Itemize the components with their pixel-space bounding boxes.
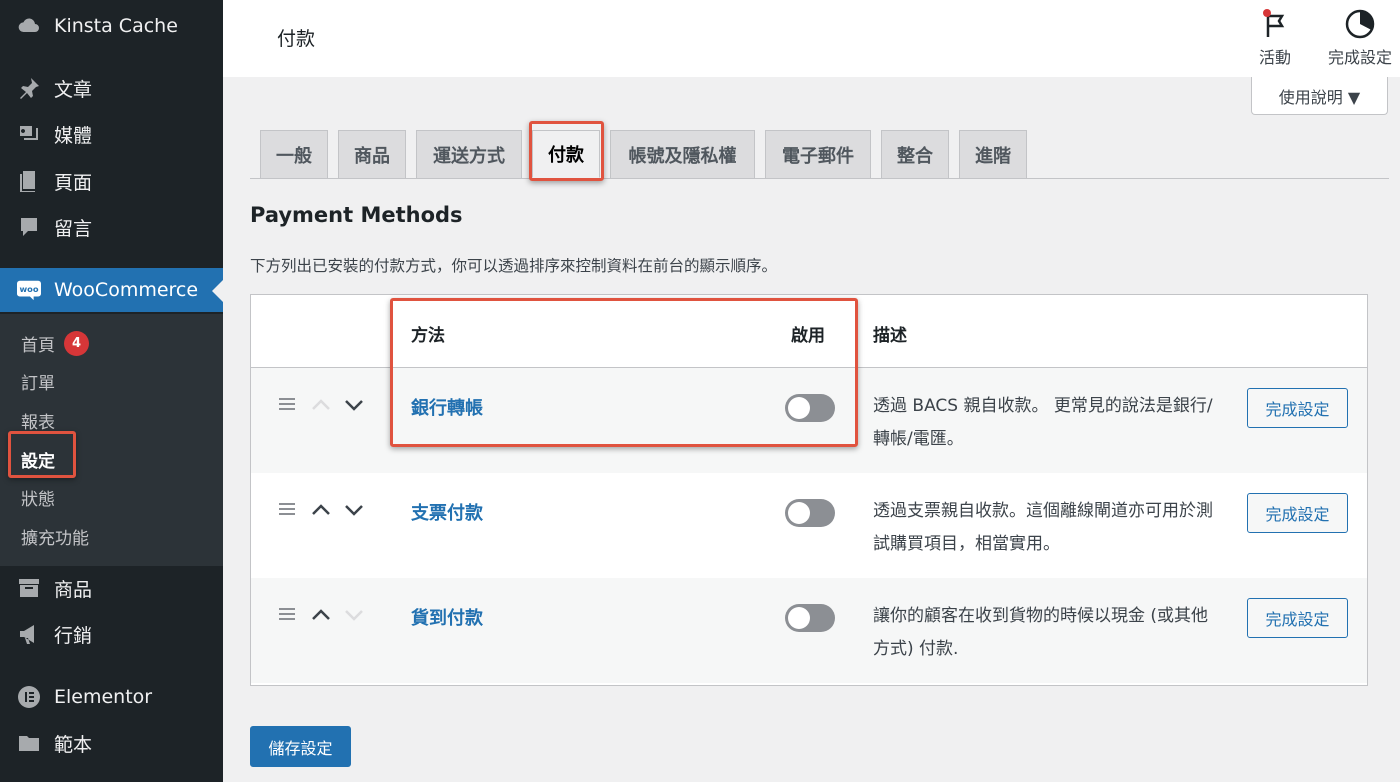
menu-elementor[interactable]: Elementor xyxy=(0,675,223,719)
method-link-bank-transfer[interactable]: 銀行轉帳 xyxy=(411,394,483,420)
menu-label: 範本 xyxy=(54,733,93,756)
column-header-enabled: 啟用 xyxy=(791,326,825,346)
woocommerce-submenu: 首頁 4 訂單 報表 設定 狀態 擴充功能 xyxy=(0,314,223,566)
setup-button[interactable]: 完成設定 xyxy=(1247,598,1348,638)
media-icon xyxy=(16,121,42,147)
tab-divider xyxy=(250,178,1389,179)
tab-payments[interactable]: 付款 xyxy=(532,130,600,178)
page-title: 付款 xyxy=(277,28,316,50)
table-row: 銀行轉帳 透過 BACS 親自收款。 更常見的說法是銀行/轉帳/電匯。 完成設定 xyxy=(251,368,1367,473)
notification-badge: 4 xyxy=(64,330,89,356)
menu-label: 行銷 xyxy=(54,624,93,647)
menu-marketing[interactable]: 行銷 xyxy=(0,612,223,656)
method-link-cod[interactable]: 貨到付款 xyxy=(411,604,483,630)
method-description: 讓你的顧客在收到貨物的時候以現金 (或其他方式) 付款. xyxy=(873,606,1209,659)
submenu-home[interactable]: 首頁 4 xyxy=(21,329,89,357)
menu-posts[interactable]: 文章 xyxy=(0,66,223,110)
activity-button[interactable]: 活動 xyxy=(1259,8,1291,68)
submenu-reports[interactable]: 報表 xyxy=(21,406,55,434)
submenu-orders[interactable]: 訂單 xyxy=(21,367,55,395)
menu-kinsta-cache[interactable]: Kinsta Cache xyxy=(0,4,223,48)
flag-icon xyxy=(1263,9,1285,37)
section-title: Payment Methods xyxy=(250,203,463,227)
woo-icon: woo xyxy=(16,277,42,303)
drag-handle-icon[interactable] xyxy=(279,608,297,622)
method-link-cheque[interactable]: 支票付款 xyxy=(411,499,483,525)
tab-accounts-privacy[interactable]: 帳號及隱私權 xyxy=(610,130,755,178)
menu-products[interactable]: 商品 xyxy=(0,566,223,610)
tab-shipping[interactable]: 運送方式 xyxy=(416,130,522,178)
save-settings-button[interactable]: 儲存設定 xyxy=(250,726,351,767)
menu-pages[interactable]: 頁面 xyxy=(0,159,223,203)
tab-emails[interactable]: 電子郵件 xyxy=(765,130,871,178)
drag-handle-icon[interactable] xyxy=(279,398,297,412)
submenu-extensions[interactable]: 擴充功能 xyxy=(21,522,89,550)
move-down-icon xyxy=(343,606,365,624)
table-row: 支票付款 透過支票親自收款。這個離線閘道亦可用於測試購買項目，相當實用。 完成設… xyxy=(251,473,1367,578)
setup-progress-button[interactable]: 完成設定 xyxy=(1328,8,1392,68)
page-header: 付款 活動 完成設定 xyxy=(223,0,1400,77)
archive-icon xyxy=(16,575,42,601)
megaphone-icon xyxy=(16,621,42,647)
enable-toggle[interactable] xyxy=(785,604,835,632)
enable-toggle[interactable] xyxy=(785,394,835,422)
move-up-icon[interactable] xyxy=(310,501,332,519)
menu-label: Kinsta Cache xyxy=(54,15,178,37)
admin-sidebar: Kinsta Cache 文章 媒體 頁面 留言 woo WooCommerce… xyxy=(0,0,223,782)
submenu-settings[interactable]: 設定 xyxy=(21,445,55,473)
table-row: 貨到付款 讓你的顧客在收到貨物的時候以現金 (或其他方式) 付款. 完成設定 xyxy=(251,578,1367,683)
move-up-icon[interactable] xyxy=(310,606,332,624)
menu-label: 媒體 xyxy=(54,124,93,147)
menu-label: 商品 xyxy=(54,578,93,601)
column-header-description: 描述 xyxy=(873,326,907,346)
menu-label: Elementor xyxy=(54,686,153,708)
payment-methods-table: 方法 啟用 描述 銀行轉帳 透過 BACS 親自收款。 更常見的說法是銀行/轉帳… xyxy=(250,294,1368,686)
tab-integration[interactable]: 整合 xyxy=(881,130,949,178)
tab-advanced[interactable]: 進階 xyxy=(959,130,1027,178)
menu-woocommerce[interactable]: woo WooCommerce xyxy=(0,268,223,312)
page-icon xyxy=(16,168,42,194)
enable-toggle[interactable] xyxy=(785,499,835,527)
setup-label: 完成設定 xyxy=(1328,48,1393,67)
menu-label: 留言 xyxy=(54,217,93,240)
move-up-icon xyxy=(310,396,332,414)
section-description: 下方列出已安裝的付款方式，你可以透過排序來控制資料在前台的顯示順序。 xyxy=(250,257,778,275)
menu-label: 頁面 xyxy=(54,171,93,194)
help-tab-button[interactable]: 使用說明 ▼ xyxy=(1251,77,1388,115)
method-description: 透過 BACS 親自收款。 更常見的說法是銀行/轉帳/電匯。 xyxy=(873,396,1213,449)
elementor-icon xyxy=(16,684,42,710)
setup-button[interactable]: 完成設定 xyxy=(1247,493,1348,533)
menu-comments[interactable]: 留言 xyxy=(0,205,223,249)
pin-icon xyxy=(16,75,42,101)
menu-label: WooCommerce xyxy=(54,279,199,301)
cloud-icon xyxy=(16,13,42,39)
current-menu-arrow xyxy=(212,280,223,302)
comment-icon xyxy=(16,214,42,240)
progress-circle-icon xyxy=(1345,9,1375,39)
setup-button[interactable]: 完成設定 xyxy=(1247,388,1348,428)
submenu-status[interactable]: 狀態 xyxy=(21,483,55,511)
drag-handle-icon[interactable] xyxy=(279,503,297,517)
tab-general[interactable]: 一般 xyxy=(260,130,328,178)
move-down-icon[interactable] xyxy=(343,501,365,519)
activity-label: 活動 xyxy=(1259,48,1292,67)
column-header-method: 方法 xyxy=(411,326,445,346)
move-down-icon[interactable] xyxy=(343,396,365,414)
method-description: 透過支票親自收款。這個離線閘道亦可用於測試購買項目，相當實用。 xyxy=(873,501,1213,554)
tab-products[interactable]: 商品 xyxy=(338,130,406,178)
menu-media[interactable]: 媒體 xyxy=(0,112,223,156)
menu-templates[interactable]: 範本 xyxy=(0,721,223,765)
woo-logo-text: woo xyxy=(19,284,38,294)
menu-label: 文章 xyxy=(54,78,93,101)
folder-icon xyxy=(16,730,42,756)
